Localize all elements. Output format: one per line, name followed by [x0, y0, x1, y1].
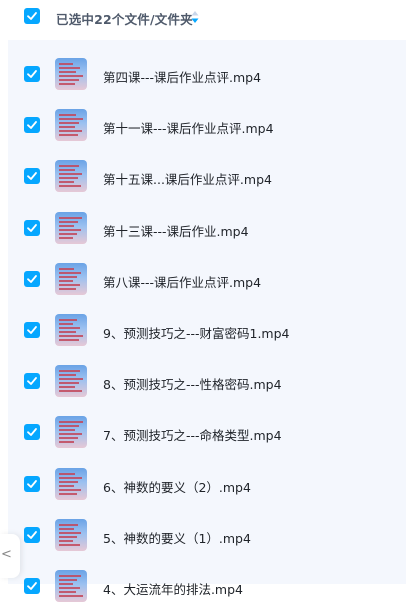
video-thumbnail [55, 58, 87, 90]
file-checkbox[interactable] [24, 373, 40, 390]
file-name: 7、预测技巧之---命格类型.mp4 [103, 428, 282, 444]
file-name: 5、神数的要义（1）.mp4 [103, 530, 251, 546]
sort-icon[interactable] [189, 9, 201, 25]
video-thumbnail [55, 262, 87, 295]
select-all-checkbox[interactable] [24, 8, 40, 24]
file-checkbox[interactable] [24, 578, 40, 594]
chevron-left-icon: < [1, 547, 12, 562]
file-row[interactable]: 6、神数的要义（2）.mp4 [8, 456, 406, 506]
file-name: 第十五课...课后作业点评.mp4 [103, 172, 272, 188]
check-icon [27, 12, 37, 20]
file-row[interactable]: 第四课---课后作业点评.mp4 [8, 46, 406, 96]
check-icon [27, 326, 37, 334]
file-row[interactable]: 第十三课---课后作业.mp4 [8, 200, 406, 250]
video-thumbnail [55, 314, 87, 346]
file-row[interactable]: 5、神数的要义（1）.mp4 [8, 507, 406, 557]
file-checkbox[interactable] [24, 270, 40, 287]
file-checkbox[interactable] [24, 168, 40, 185]
selection-header: 已选中22个文件/文件夹 [8, 0, 406, 36]
file-name: 第四课---课后作业点评.mp4 [103, 70, 262, 85]
file-checkbox[interactable] [24, 526, 40, 543]
video-thumbnail [55, 570, 87, 602]
file-checkbox[interactable] [24, 475, 40, 492]
file-checkbox[interactable] [24, 219, 40, 236]
check-icon [27, 70, 37, 78]
video-thumbnail [55, 467, 87, 500]
check-icon [27, 172, 37, 181]
file-name: 第十三课---课后作业.mp4 [103, 223, 249, 239]
video-thumbnail [55, 518, 87, 551]
file-name: 6、神数的要义（2）.mp4 [103, 479, 251, 495]
file-selection-panel: 已选中22个文件/文件夹 第四课---课后作业点评.mp4 第十一课---课后作业… [8, 0, 406, 602]
check-icon [27, 274, 37, 283]
video-thumbnail [55, 160, 87, 193]
file-checkbox[interactable] [24, 117, 40, 134]
check-icon [27, 377, 37, 386]
file-row[interactable]: 4、大运流年的排法.mp4 [8, 558, 406, 608]
video-thumbnail [55, 365, 87, 398]
file-row[interactable]: 第十五课...课后作业点评.mp4 [8, 148, 406, 198]
file-checkbox[interactable] [24, 424, 40, 441]
file-name: 8、预测技巧之---性格密码.mp4 [103, 377, 282, 393]
video-thumbnail [55, 109, 87, 142]
selection-count-label: 已选中22个文件/文件夹 [56, 12, 193, 27]
file-name: 4、大运流年的排法.mp4 [103, 582, 243, 597]
video-thumbnail [55, 416, 87, 449]
file-row[interactable]: 第十一课---课后作业点评.mp4 [8, 97, 406, 147]
check-icon [27, 582, 37, 590]
file-name: 9、预测技巧之---财富密码1.mp4 [103, 326, 290, 341]
check-icon [27, 530, 37, 539]
file-checkbox[interactable] [24, 66, 40, 82]
collapse-side-tab[interactable]: < [0, 534, 20, 578]
file-name: 第十一课---课后作业点评.mp4 [103, 121, 274, 137]
file-name: 第八课---课后作业点评.mp4 [103, 274, 262, 290]
file-row[interactable]: 第八课---课后作业点评.mp4 [8, 251, 406, 301]
check-icon [27, 223, 37, 232]
video-thumbnail [55, 211, 87, 244]
file-checkbox[interactable] [24, 322, 40, 338]
file-row[interactable]: 8、预测技巧之---性格密码.mp4 [8, 353, 406, 403]
check-icon [27, 428, 37, 437]
check-icon [27, 479, 37, 488]
file-row[interactable]: 9、预测技巧之---财富密码1.mp4 [8, 302, 406, 352]
file-list: 第四课---课后作业点评.mp4 第十一课---课后作业点评.mp4 第十五课...… [8, 40, 406, 602]
check-icon [27, 121, 37, 130]
file-row[interactable]: 7、预测技巧之---命格类型.mp4 [8, 404, 406, 454]
